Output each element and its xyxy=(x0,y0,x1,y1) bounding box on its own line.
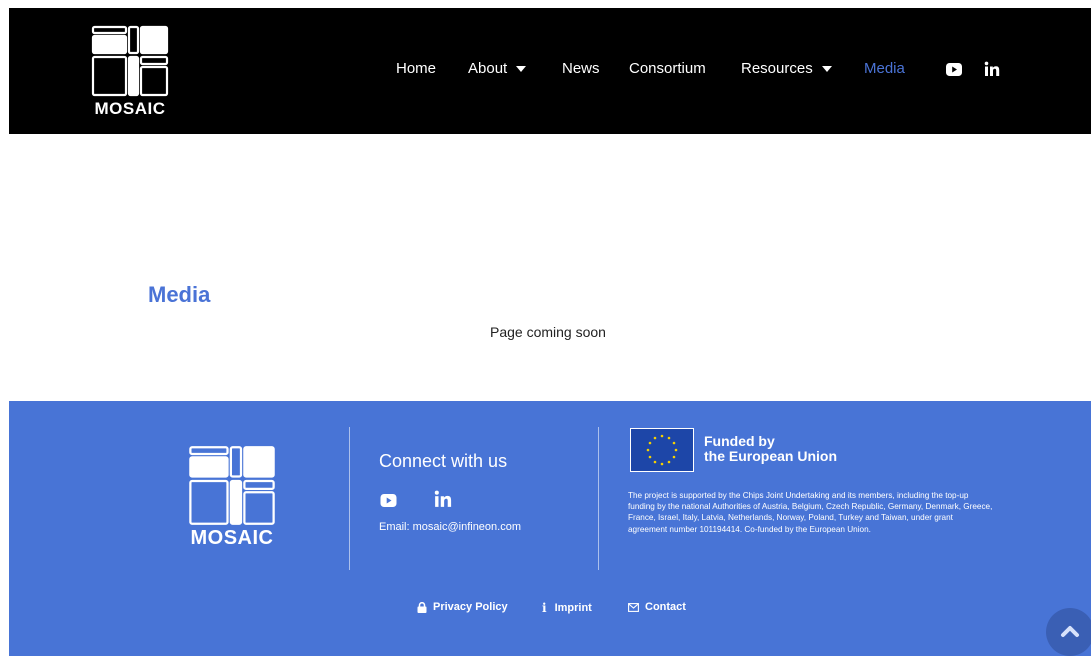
link-label: Imprint xyxy=(554,602,592,614)
eu-line2: the European Union xyxy=(704,448,837,464)
mosaic-logo-mark-icon xyxy=(189,446,275,525)
chevron-up-icon xyxy=(1061,626,1079,637)
nav-item-about[interactable]: About xyxy=(468,60,527,77)
footer-mosaic-logo[interactable]: MOSAIC xyxy=(188,445,276,550)
envelope-icon xyxy=(628,602,639,612)
nav-label: Home xyxy=(396,60,437,77)
lock-icon xyxy=(417,601,427,613)
footer-logo-wordmark: MOSAIC xyxy=(190,527,274,549)
nav-label: Resources xyxy=(741,60,813,77)
footer-divider xyxy=(349,427,350,570)
caret-down-icon xyxy=(821,65,832,72)
logo-wordmark: MOSAIC xyxy=(94,99,166,118)
mosaic-logo-mark-icon xyxy=(91,25,169,97)
youtube-icon[interactable] xyxy=(946,63,962,81)
coming-soon-text: Page coming soon xyxy=(490,324,606,340)
link-label: Privacy Policy xyxy=(433,601,508,613)
nav-label: News xyxy=(562,60,600,77)
linkedin-icon[interactable] xyxy=(434,490,452,513)
scroll-to-top-button[interactable] xyxy=(1046,608,1091,656)
connect-heading: Connect with us xyxy=(379,451,508,471)
site-header: MOSAIC Home About News Consortium Resour… xyxy=(9,8,1091,134)
eu-line1: Funded by xyxy=(704,433,775,449)
contact-link[interactable]: Contact xyxy=(628,601,686,613)
nav-item-home[interactable]: Home xyxy=(396,60,436,77)
contact-email[interactable]: Email: mosaic@infineon.com xyxy=(379,521,521,533)
mosaic-logo[interactable]: MOSAIC xyxy=(91,25,169,119)
caret-down-icon xyxy=(516,65,527,72)
nav-label: About xyxy=(468,60,508,77)
linkedin-icon[interactable] xyxy=(984,61,1000,82)
info-icon: i xyxy=(542,601,547,615)
nav-item-resources[interactable]: Resources xyxy=(741,60,832,77)
page: MOSAIC Home About News Consortium Resour… xyxy=(9,8,1091,656)
privacy-policy-link[interactable]: Privacy Policy xyxy=(417,601,508,613)
eu-flag-icon xyxy=(630,428,694,477)
youtube-icon[interactable] xyxy=(380,494,397,512)
imprint-link[interactable]: i Imprint xyxy=(542,601,592,615)
page-title: Media xyxy=(148,282,211,307)
nav-label: Consortium xyxy=(629,60,706,77)
eu-funding-label: Funded by the European Union xyxy=(704,434,837,464)
nav-label: Media xyxy=(864,60,905,77)
link-label: Contact xyxy=(645,601,686,613)
nav-item-consortium[interactable]: Consortium xyxy=(629,60,706,77)
footer-divider xyxy=(598,427,599,570)
nav-item-media[interactable]: Media xyxy=(864,60,905,77)
nav-item-news[interactable]: News xyxy=(562,60,600,77)
eu-funding-description: The project is supported by the Chips Jo… xyxy=(628,491,993,534)
site-footer: MOSAIC Connect with us Email: mosaic@inf… xyxy=(9,401,1091,656)
